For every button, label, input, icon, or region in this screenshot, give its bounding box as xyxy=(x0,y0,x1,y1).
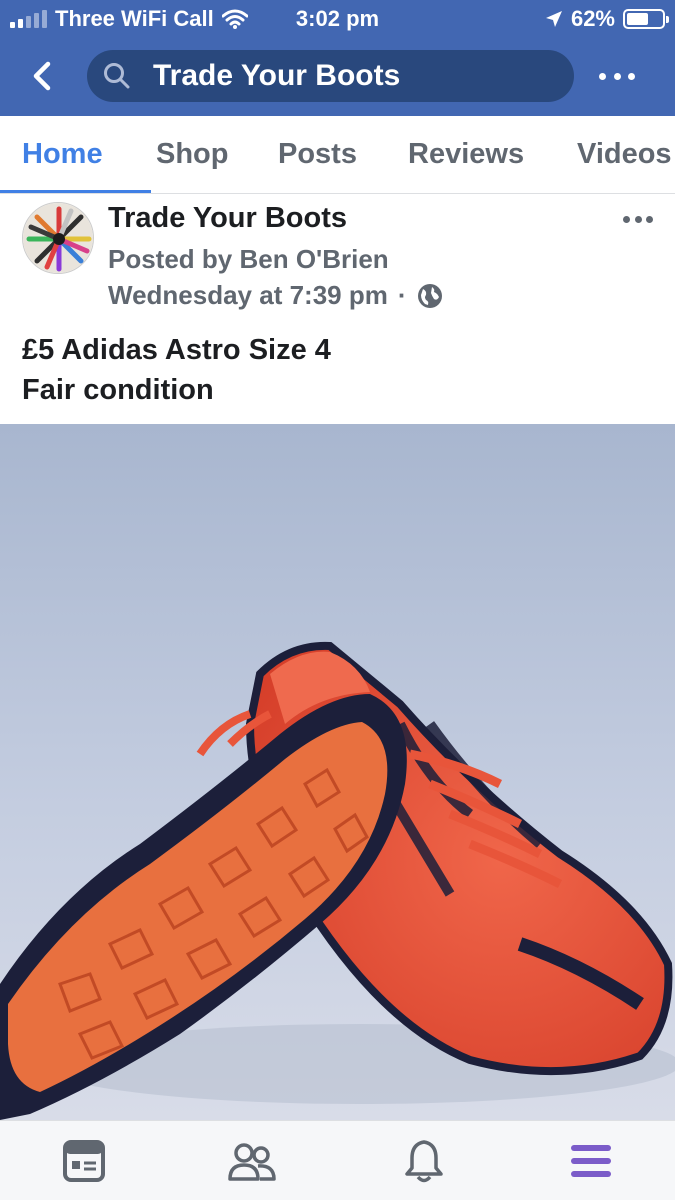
tab-posts[interactable]: Posts xyxy=(278,138,357,171)
post-text: £5 Adidas Astro Size 4 Fair condition xyxy=(22,330,331,410)
post-text-line-2: Fair condition xyxy=(22,374,214,406)
menu-icon[interactable] xyxy=(563,1135,619,1187)
friends-icon[interactable] xyxy=(224,1135,280,1187)
tab-shop[interactable]: Shop xyxy=(156,138,229,171)
search-bar[interactable]: Trade Your Boots xyxy=(87,50,574,102)
post-card: Trade Your Boots Posted by Ben O'Brien W… xyxy=(0,194,675,424)
more-dots-icon[interactable] xyxy=(599,64,635,88)
nav-bar: Trade Your Boots xyxy=(0,40,675,116)
notifications-bell-icon[interactable] xyxy=(396,1135,452,1187)
post-meta: Wednesday at 7:39 pm · xyxy=(108,280,443,311)
post-options-icon[interactable] xyxy=(623,214,653,224)
back-chevron-icon[interactable] xyxy=(22,56,62,96)
tab-videos[interactable]: Videos xyxy=(577,138,672,171)
post-timestamp[interactable]: Wednesday at 7:39 pm xyxy=(108,280,388,311)
status-right: 62% xyxy=(545,6,669,32)
meta-separator: · xyxy=(397,280,407,310)
tab-home[interactable]: Home xyxy=(22,138,103,171)
battery-percent: 62% xyxy=(570,6,615,31)
globe-icon xyxy=(417,283,443,309)
search-title: Trade Your Boots xyxy=(153,59,401,92)
posted-by: Posted by Ben O'Brien xyxy=(108,244,389,274)
battery-icon xyxy=(623,9,669,29)
post-page-name[interactable]: Trade Your Boots xyxy=(108,202,347,235)
location-arrow-icon xyxy=(545,11,562,27)
bottom-tab-bar xyxy=(0,1120,675,1200)
status-bar: Three WiFi Call 3:02 pm 62% xyxy=(0,0,675,40)
news-feed-icon[interactable] xyxy=(56,1135,112,1187)
post-text-line-1: £5 Adidas Astro Size 4 xyxy=(22,334,331,366)
search-icon xyxy=(101,60,133,92)
avatar[interactable] xyxy=(22,202,94,274)
page-tabs: Home Shop Posts Reviews Videos xyxy=(0,116,675,194)
post-photo[interactable] xyxy=(0,424,675,1120)
app-header: Three WiFi Call 3:02 pm 62% Trade Your B… xyxy=(0,0,675,116)
tab-reviews[interactable]: Reviews xyxy=(408,138,524,171)
